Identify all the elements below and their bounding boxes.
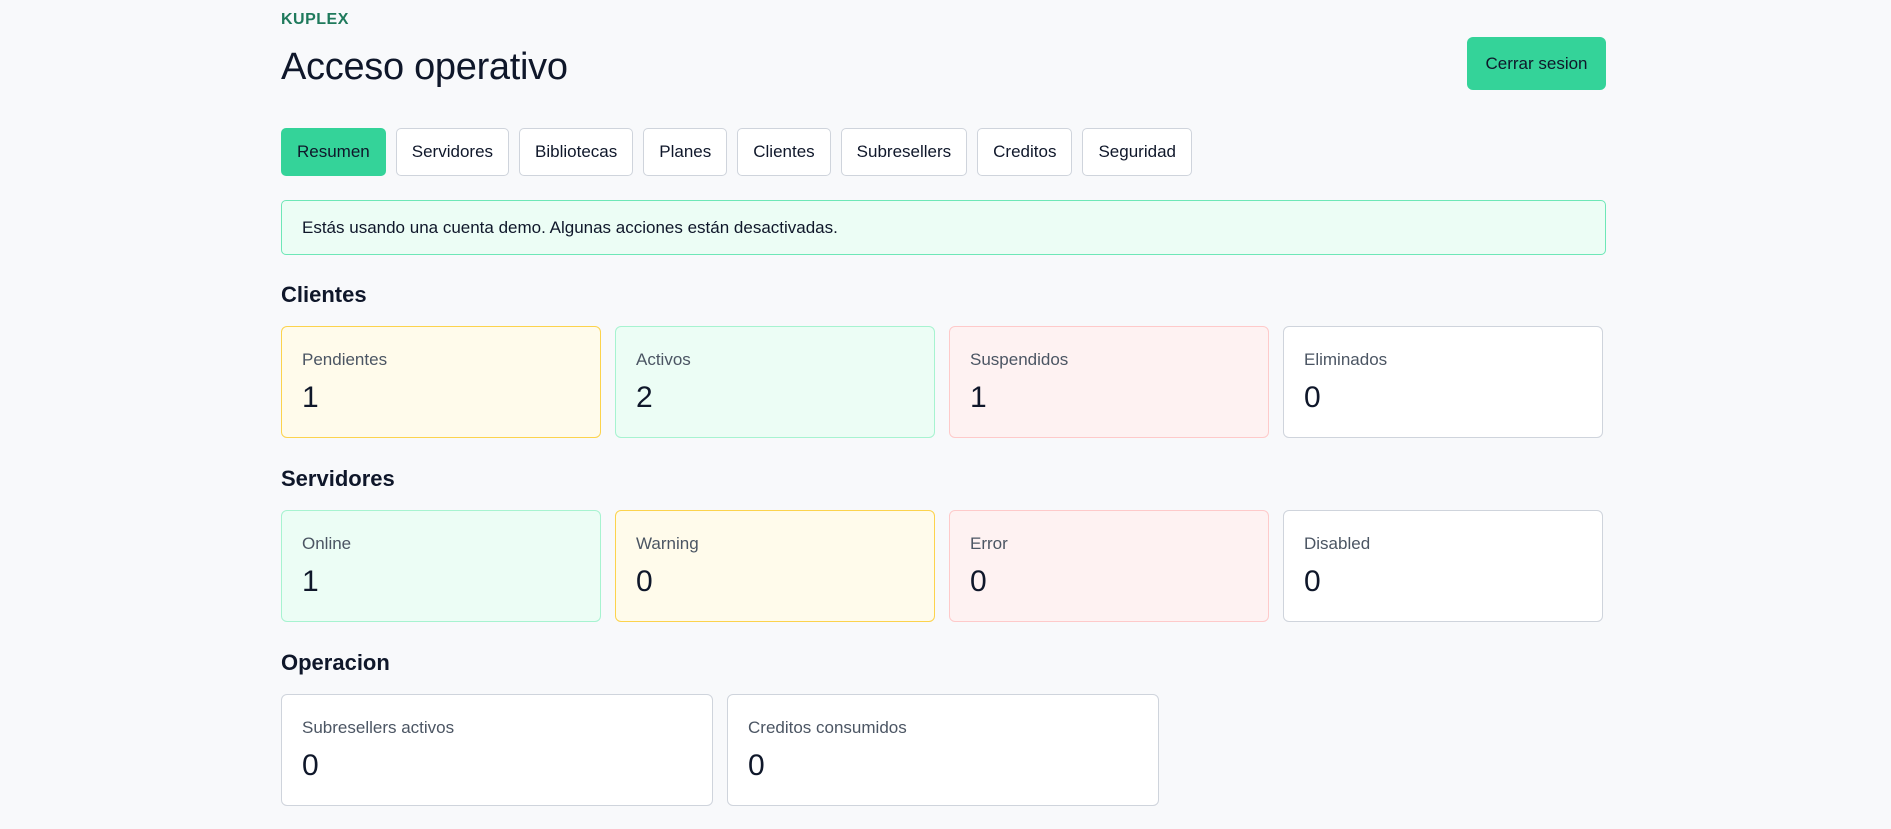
stat-card-error: Error 0 <box>949 510 1269 622</box>
tab-subresellers[interactable]: Subresellers <box>840 128 968 176</box>
stat-label: Disabled <box>1304 534 1371 553</box>
stat-card-online: Online 1 <box>281 510 601 622</box>
stat-card-pendientes: Pendientes 1 <box>281 326 601 438</box>
stat-label: Creditos consumidos <box>748 718 907 737</box>
stat-value: 2 <box>636 381 653 414</box>
tab-planes[interactable]: Planes <box>643 128 728 176</box>
stat-label: Activos <box>636 350 691 369</box>
section-title-servidores: Servidores <box>281 466 395 491</box>
tab-bar: Resumen Servidores Bibliotecas Planes Cl… <box>281 128 1192 176</box>
stat-card-disabled: Disabled 0 <box>1283 510 1603 622</box>
stat-card-warning: Warning 0 <box>615 510 935 622</box>
stat-value: 0 <box>1304 381 1321 414</box>
stat-card-subresellers-activos: Subresellers activos 0 <box>281 694 713 806</box>
stat-card-creditos-consumidos: Creditos consumidos 0 <box>727 694 1159 806</box>
stat-label: Eliminados <box>1304 350 1388 369</box>
stat-label: Pendientes <box>302 350 388 369</box>
tab-creditos[interactable]: Creditos <box>977 128 1073 176</box>
stat-label: Subresellers activos <box>302 718 455 737</box>
stat-value: 1 <box>302 381 319 414</box>
page-title: Acceso operativo <box>281 46 568 88</box>
demo-notice: Estás usando una cuenta demo. Algunas ac… <box>281 200 1606 255</box>
brand-logo: KUPLEX <box>281 11 349 28</box>
stat-value: 0 <box>636 565 653 598</box>
tab-seguridad[interactable]: Seguridad <box>1082 128 1192 176</box>
stat-card-suspendidos: Suspendidos 1 <box>949 326 1269 438</box>
stat-label: Suspendidos <box>970 350 1069 369</box>
tab-clientes[interactable]: Clientes <box>737 128 831 176</box>
stat-card-activos: Activos 2 <box>615 326 935 438</box>
stat-value: 1 <box>970 381 987 414</box>
stat-value: 0 <box>302 749 319 782</box>
tab-servidores[interactable]: Servidores <box>395 128 510 176</box>
tab-resumen[interactable]: Resumen <box>281 128 386 176</box>
stat-value: 1 <box>302 565 319 598</box>
tab-bibliotecas[interactable]: Bibliotecas <box>519 128 634 176</box>
stat-label: Online <box>302 534 352 553</box>
stat-label: Warning <box>636 534 699 553</box>
stat-value: 0 <box>1304 565 1321 598</box>
clientes-stats: Pendientes 1 Activos 2 Suspendidos 1 Eli… <box>281 326 1603 438</box>
servidores-stats: Online 1 Warning 0 Error 0 Disabled 0 <box>281 510 1603 622</box>
operacion-stats: Subresellers activos 0 Creditos consumid… <box>281 694 1159 806</box>
logout-button[interactable]: Cerrar sesion <box>1467 37 1606 90</box>
stat-card-eliminados: Eliminados 0 <box>1283 326 1603 438</box>
section-title-operacion: Operacion <box>281 650 390 675</box>
stat-label: Error <box>970 534 1008 553</box>
stat-value: 0 <box>748 749 765 782</box>
stat-value: 0 <box>970 565 987 598</box>
section-title-clientes: Clientes <box>281 282 367 307</box>
